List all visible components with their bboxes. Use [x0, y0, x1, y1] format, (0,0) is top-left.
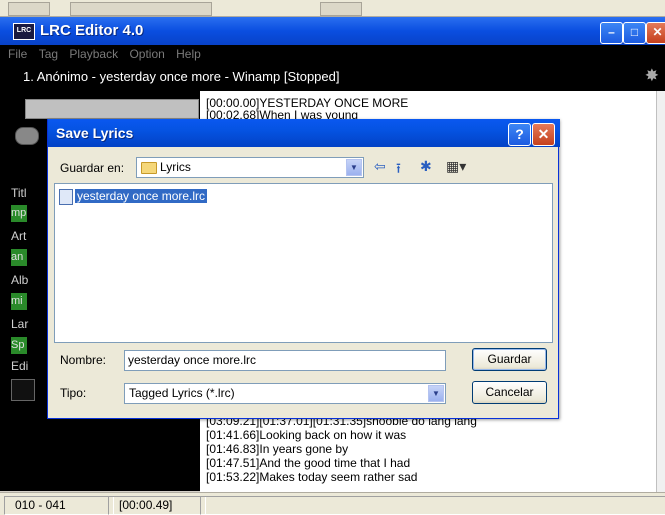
save-in-combo[interactable]: Lyrics ▼: [136, 157, 364, 178]
main-window-titlebar: LRC LRC Editor 4.0 – □ ✕: [0, 17, 665, 45]
star-icon: ✸: [644, 66, 659, 85]
app-icon: LRC: [13, 23, 35, 40]
new-folder-icon[interactable]: ✱: [420, 158, 432, 175]
save-lyrics-dialog: Save Lyrics ? ✕ Guardar en: Lyrics ▼ ⇦ ⭱…: [47, 119, 560, 419]
back-icon[interactable]: ⇦: [374, 158, 386, 175]
lyric-line: [01:47.51]And the good time that I had: [206, 456, 411, 470]
minimize-button[interactable]: –: [600, 22, 623, 44]
menu-help[interactable]: Help: [176, 47, 201, 61]
menu-tag[interactable]: Tag: [39, 47, 58, 61]
language-field[interactable]: Sp: [11, 337, 27, 354]
status-message: [200, 496, 665, 515]
status-bar: 010 - 041 [00:00.49]: [0, 492, 665, 515]
artist-field[interactable]: an: [11, 249, 27, 266]
menubar: File Tag Playback Option Help: [0, 45, 665, 64]
album-field[interactable]: mi: [11, 293, 27, 310]
dialog-title: Save Lyrics: [56, 125, 134, 141]
menu-option[interactable]: Option: [129, 47, 164, 61]
close-button[interactable]: ✕: [646, 22, 665, 44]
now-playing-bar: 1. Anónimo - yesterday once more - Winam…: [0, 64, 665, 91]
top-taskbar-strip: [0, 0, 665, 17]
now-playing-text: 1. Anónimo - yesterday once more - Winam…: [23, 69, 340, 84]
file-icon: [59, 188, 73, 205]
dialog-titlebar: Save Lyrics ? ✕: [48, 119, 560, 147]
play-knob[interactable]: [15, 127, 39, 145]
chevron-down-icon[interactable]: ▼: [346, 159, 362, 176]
lyric-line: [01:46.83]In years gone by: [206, 442, 349, 456]
menu-playback[interactable]: Playback: [69, 47, 118, 61]
artist-label: Art: [11, 229, 27, 243]
file-item[interactable]: yesterday once more.lrc: [59, 188, 208, 205]
title-label: Titl: [11, 186, 27, 200]
lyric-line: [01:53.22]Makes today seem rather sad: [206, 470, 418, 484]
file-list[interactable]: yesterday once more.lrc: [54, 183, 553, 343]
menu-file[interactable]: File: [8, 47, 27, 61]
editor-label: Edi: [11, 359, 29, 373]
file-name-input[interactable]: yesterday once more.lrc: [124, 350, 446, 371]
file-type-value: Tagged Lyrics (*.lrc): [129, 386, 235, 400]
album-label: Alb: [11, 273, 29, 287]
save-in-value: Lyrics: [160, 160, 191, 174]
time-position: [00:00.49]: [108, 496, 206, 515]
file-name: yesterday once more.lrc: [75, 189, 208, 203]
lyrics-scrollbar[interactable]: [656, 91, 665, 492]
cancel-button[interactable]: Cancelar: [472, 381, 547, 404]
editor-field[interactable]: [11, 379, 35, 401]
maximize-button[interactable]: □: [623, 22, 646, 44]
lyric-line: [01:41.66]Looking back on how it was: [206, 428, 407, 442]
view-menu-icon[interactable]: ▦▾: [446, 158, 466, 175]
chevron-down-icon[interactable]: ▼: [428, 385, 444, 402]
title-field[interactable]: mp: [11, 205, 27, 222]
file-type-combo[interactable]: Tagged Lyrics (*.lrc) ▼: [124, 383, 446, 404]
up-folder-icon[interactable]: ⭱: [396, 158, 401, 182]
window-title: LRC Editor 4.0: [40, 22, 144, 39]
folder-icon: [141, 161, 157, 174]
language-label: Lar: [11, 317, 29, 331]
save-in-label: Guardar en:: [60, 161, 125, 175]
line-range: 010 - 041: [4, 496, 114, 515]
dialog-close-button[interactable]: ✕: [532, 123, 555, 146]
progress-bar[interactable]: [25, 99, 199, 119]
name-label: Nombre:: [60, 353, 107, 367]
save-button[interactable]: Guardar: [472, 348, 547, 371]
taskbar-item[interactable]: [320, 2, 362, 16]
taskbar-item[interactable]: [8, 2, 50, 16]
taskbar-item[interactable]: [70, 2, 212, 16]
type-label: Tipo:: [60, 386, 87, 400]
help-button[interactable]: ?: [508, 123, 531, 146]
